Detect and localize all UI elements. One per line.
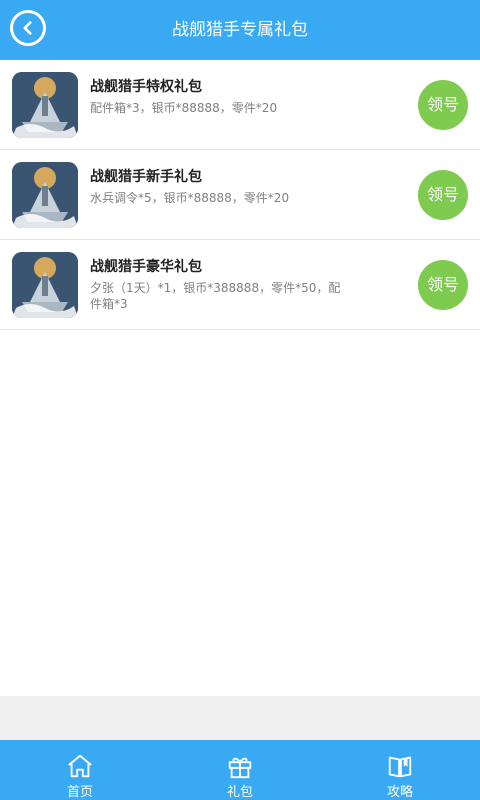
claim-button[interactable]: 领号: [418, 170, 468, 220]
gift-item[interactable]: 战舰猎手新手礼包 水兵调令*5，银币*88888，零件*20 领号: [0, 150, 480, 240]
tab-home-label: 首页: [66, 785, 93, 800]
tab-home[interactable]: 首页: [0, 740, 160, 800]
tab-guides-label: 攻略: [386, 785, 413, 800]
gift-description: 水兵调令*5，银币*88888，零件*20: [90, 191, 290, 205]
app-header: 战舰猎手专属礼包: [0, 0, 480, 60]
game-icon: [12, 252, 78, 318]
game-icon: [12, 162, 78, 228]
gift-icon: [228, 757, 252, 779]
claim-button[interactable]: 领号: [418, 80, 468, 130]
home-icon: [68, 754, 92, 778]
gift-description: 配件箱*3，银币*88888，零件*20: [90, 101, 278, 115]
book-icon: [388, 756, 412, 778]
bottom-tab-bar: 首页 礼包 攻略: [0, 740, 480, 800]
gift-name: 战舰猎手豪华礼包: [90, 259, 202, 275]
tab-gifts-label: 礼包: [226, 785, 253, 800]
bottom-spacer: [0, 696, 480, 740]
gift-description: 夕张（1天）*1，银币*388888，零件*50，配件箱*3: [90, 281, 341, 311]
gift-item[interactable]: 战舰猎手豪华礼包 夕张（1天）*1，银币*388888，零件*50，配件箱*3 …: [0, 240, 480, 330]
tab-guides[interactable]: 攻略: [320, 740, 480, 800]
gift-list: 战舰猎手特权礼包 配件箱*3，银币*88888，零件*20 领号 战舰猎手新手礼…: [0, 60, 480, 330]
gift-name: 战舰猎手特权礼包: [90, 79, 202, 95]
claim-button[interactable]: 领号: [418, 260, 468, 310]
gift-name: 战舰猎手新手礼包: [90, 169, 202, 185]
gift-item[interactable]: 战舰猎手特权礼包 配件箱*3，银币*88888，零件*20 领号: [0, 60, 480, 150]
page-title: 战舰猎手专属礼包: [172, 20, 308, 40]
game-icon: [12, 72, 78, 138]
tab-gifts[interactable]: 礼包: [160, 740, 320, 800]
